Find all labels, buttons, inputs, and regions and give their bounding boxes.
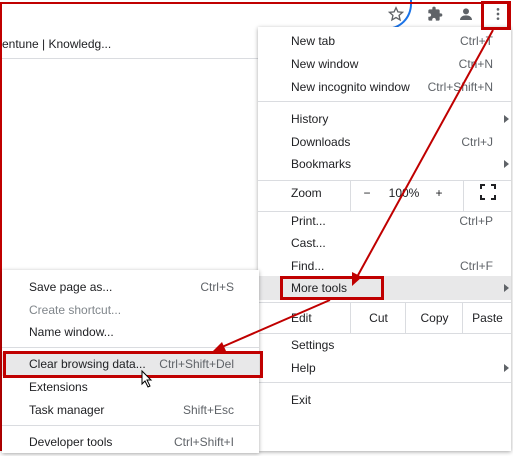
menu-item-cast[interactable]: Cast... xyxy=(291,233,326,253)
submenu-arrow-icon xyxy=(504,160,509,168)
menu-item-settings[interactable]: Settings xyxy=(291,335,334,355)
menu-separator xyxy=(2,425,259,426)
submenu-arrow-icon xyxy=(504,115,509,123)
highlight-menu-button xyxy=(481,1,511,30)
zoom-in-button[interactable]: + xyxy=(432,183,446,203)
menu-item-downloads[interactable]: Downloads xyxy=(291,132,350,152)
menu-separator xyxy=(258,101,511,102)
shortcut-print: Ctrl+P xyxy=(459,214,493,228)
paste-button[interactable]: Paste xyxy=(462,303,512,333)
menu-item-new-tab[interactable]: New tab xyxy=(291,31,335,51)
chrome-main-menu: New tab Ctrl+T New window Ctrl+N New inc… xyxy=(258,27,511,451)
menu-item-new-window[interactable]: New window xyxy=(291,54,358,74)
menu-item-bookmarks[interactable]: Bookmarks xyxy=(291,154,351,174)
menu-item-help[interactable]: Help xyxy=(291,358,316,378)
shortcut-task-manager: Shift+Esc xyxy=(182,403,234,417)
menu-separator xyxy=(2,347,259,348)
shortcut-developer-tools: Ctrl+Shift+I xyxy=(173,435,234,449)
shortcut-find: Ctrl+F xyxy=(460,259,493,273)
menu-item-save-page-as[interactable]: Save page as... xyxy=(29,277,112,297)
menu-separator xyxy=(258,333,511,334)
shortcut-new-window: Ctrl+N xyxy=(458,57,493,71)
shortcut-new-incognito-window: Ctrl+Shift+N xyxy=(427,80,493,94)
shortcut-downloads: Ctrl+J xyxy=(461,135,493,149)
submenu-arrow-icon xyxy=(504,364,509,372)
menu-item-new-incognito-window[interactable]: New incognito window xyxy=(291,77,410,97)
menu-item-edit-label: Edit xyxy=(291,311,312,325)
highlight-clear-browsing-data xyxy=(3,351,263,378)
shortcut-save-page-as: Ctrl+S xyxy=(200,280,234,294)
fullscreen-icon[interactable] xyxy=(480,184,496,200)
menu-item-history[interactable]: History xyxy=(291,109,328,129)
shortcut-new-tab: Ctrl+T xyxy=(460,34,493,48)
menu-item-find[interactable]: Find... xyxy=(291,256,324,276)
menu-item-create-shortcut: Create shortcut... xyxy=(29,303,122,317)
menu-item-task-manager[interactable]: Task manager xyxy=(29,400,104,420)
menu-item-zoom-label: Zoom xyxy=(291,186,322,200)
menu-item-exit[interactable]: Exit xyxy=(291,390,311,410)
menu-item-extensions[interactable]: Extensions xyxy=(29,377,88,397)
menu-item-print[interactable]: Print... xyxy=(291,211,326,231)
copy-button[interactable]: Copy xyxy=(405,303,463,333)
zoom-out-button[interactable]: − xyxy=(360,183,374,203)
submenu-arrow-icon xyxy=(504,284,509,292)
divider xyxy=(463,181,464,211)
menu-item-developer-tools[interactable]: Developer tools xyxy=(29,432,112,452)
menu-separator xyxy=(258,382,511,383)
highlight-more-tools xyxy=(280,276,384,300)
menu-item-name-window[interactable]: Name window... xyxy=(29,322,114,342)
zoom-level-value: 100% xyxy=(388,186,420,200)
cut-button[interactable]: Cut xyxy=(350,303,406,333)
